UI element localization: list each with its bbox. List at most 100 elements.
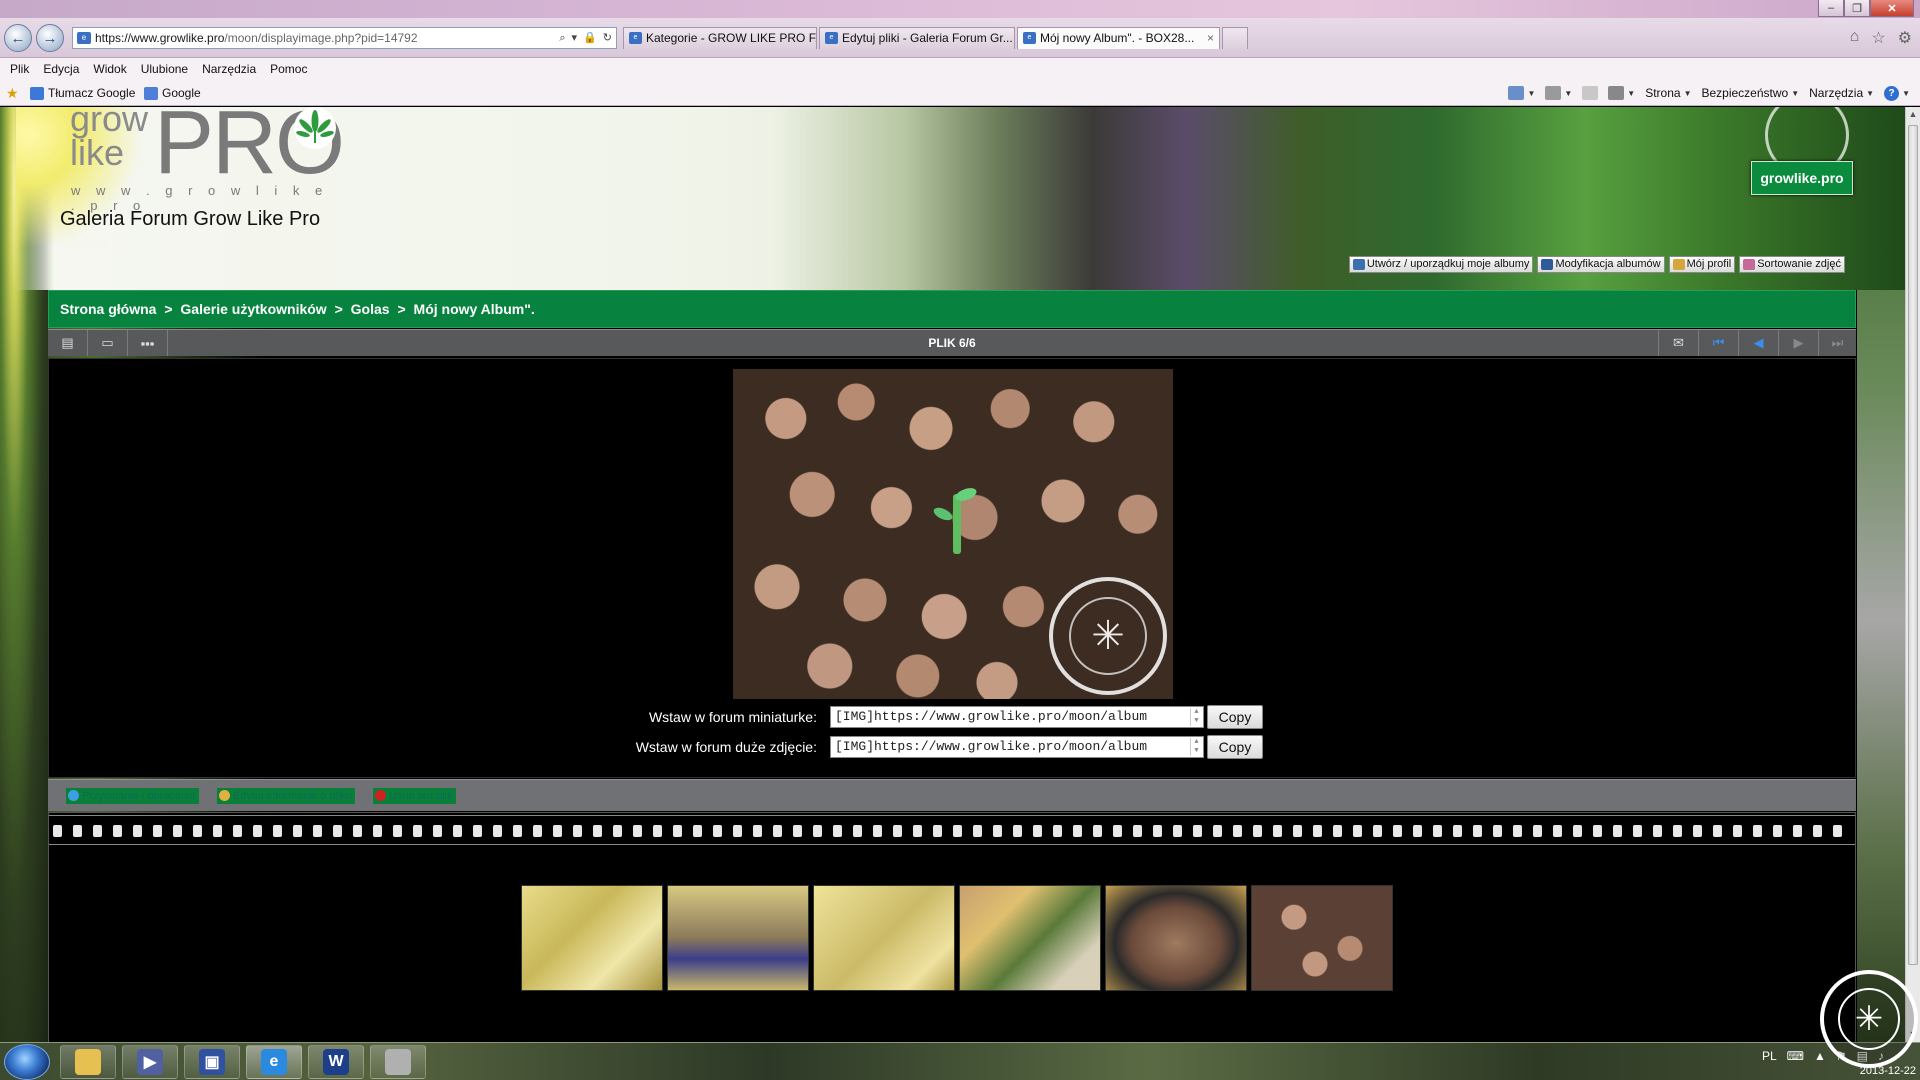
tab-kategorie[interactable]: e Kategorie - GROW LIKE PRO F... xyxy=(623,27,817,49)
page-scrollbar[interactable]: ▲ ▼ xyxy=(1905,107,1920,1042)
ecard-button[interactable]: ✉ xyxy=(1658,330,1698,356)
menu-edycja[interactable]: Edycja xyxy=(43,58,87,80)
close-window-button[interactable]: ✕ xyxy=(1870,0,1914,17)
maximize-button[interactable]: ❐ xyxy=(1844,0,1870,17)
scroll-up-icon[interactable]: ▲ xyxy=(1906,107,1920,122)
grow-tent-light-thumbnail[interactable] xyxy=(667,885,809,991)
refresh-icon[interactable]: ↻ xyxy=(603,28,612,48)
taskbar-save[interactable]: ▣ xyxy=(184,1045,240,1079)
print-command[interactable]: ▼ xyxy=(1608,86,1635,100)
language-indicator[interactable]: PL xyxy=(1762,1049,1777,1063)
menu-widok[interactable]: Widok xyxy=(93,58,134,80)
taskbar-paint[interactable] xyxy=(370,1045,426,1079)
film-perforation xyxy=(553,825,562,837)
thumbnail-row xyxy=(521,885,1393,991)
sprout-stem xyxy=(953,494,961,554)
edit-file-info-link[interactable]: Edytuj informacje o pliku xyxy=(217,788,356,804)
copy-thumbnail-button[interactable]: Copy xyxy=(1207,705,1263,729)
film-perforation xyxy=(1433,825,1442,837)
file-info-button[interactable]: ▭ xyxy=(88,330,128,356)
seedling-boxes-thumbnail[interactable] xyxy=(959,885,1101,991)
grow-tent-empty-thumbnail[interactable] xyxy=(813,885,955,991)
image-nav-toolbar: PLIK 6/6 ▤ ▭ ▪▪▪ ✉ ⏮ ◀ ▶ ⏭ xyxy=(48,329,1856,356)
slideshow-button[interactable]: ▪▪▪ xyxy=(128,330,168,356)
gallery-title[interactable]: Galeria Forum Grow Like Pro xyxy=(60,208,320,231)
breadcrumb-home[interactable]: Strona główna xyxy=(60,301,156,317)
favorite-google[interactable]: Google xyxy=(144,80,201,106)
dropdown-icon[interactable]: ▾ xyxy=(572,28,578,48)
page-menu[interactable]: Strona ▼ xyxy=(1645,86,1691,100)
modify-albums-link[interactable]: Modyfikacja albumów xyxy=(1537,256,1665,273)
help-menu[interactable]: ? ▼ xyxy=(1884,85,1910,101)
address-bar[interactable]: e https://www.growlike.pro/moon/displayi… xyxy=(72,27,617,49)
taskbar-explorer[interactable] xyxy=(60,1045,116,1079)
site-logo[interactable]: grow like PRO w w w . g r o w l i k e . … xyxy=(54,107,345,213)
tab-edytuj-pliki[interactable]: e Edytuj pliki - Galeria Forum Gr... xyxy=(819,27,1015,49)
window-title-bar: – ❐ ✕ xyxy=(0,0,1920,18)
feeds-command[interactable]: ▼ xyxy=(1545,86,1572,100)
forward-button[interactable]: → xyxy=(36,24,64,52)
add-favorite-star-icon[interactable]: ★ xyxy=(6,80,19,107)
embed-thumbnail-field[interactable]: [IMG]https://www.growlike.pro/moon/album… xyxy=(830,706,1204,728)
breadcrumb-user-galleries[interactable]: Galerie użytkowników xyxy=(180,301,326,317)
previous-file-button[interactable]: ◀ xyxy=(1738,330,1778,356)
main-photo[interactable]: ✳ xyxy=(733,369,1173,699)
grow-tent-thumbnail[interactable] xyxy=(521,885,663,991)
next-file-button[interactable]: ▶ xyxy=(1778,330,1818,356)
home-command[interactable]: ▼ xyxy=(1508,86,1535,100)
film-perforation xyxy=(1593,825,1602,837)
film-perforation xyxy=(913,825,922,837)
back-button[interactable]: ← xyxy=(4,24,32,52)
menu-bar: Plik Edycja Widok Ulubione Narzędzia Pom… xyxy=(0,58,1920,80)
breadcrumb-album[interactable]: Mój nowy Album". xyxy=(414,301,535,317)
tab-label: Edytuj pliki - Galeria Forum Gr... xyxy=(842,31,1013,45)
settings-gear-icon[interactable]: ⚙ xyxy=(1898,28,1912,48)
menu-narzedzia[interactable]: Narzędzia xyxy=(202,58,264,80)
new-tab-button[interactable] xyxy=(1222,27,1248,49)
scroll-arrows-icon[interactable]: ▲ ▼ xyxy=(1190,708,1202,726)
favorite-google-translate[interactable]: Tłumacz Google xyxy=(30,80,135,106)
keyboard-icon[interactable]: ⌨ xyxy=(1787,1049,1804,1063)
sort-pictures-link[interactable]: Sortowanie zdjęć xyxy=(1739,256,1845,273)
menu-plik[interactable]: Plik xyxy=(10,58,37,80)
taskbar-internet-explorer[interactable]: e xyxy=(246,1045,302,1079)
copy-fullsize-button[interactable]: Copy xyxy=(1207,735,1263,759)
minimize-button[interactable]: – xyxy=(1818,0,1844,17)
scrollbar-thumb[interactable] xyxy=(1908,125,1918,965)
growlike-badge[interactable]: growlike.pro xyxy=(1751,161,1853,195)
tray-arrow-icon[interactable]: ▲ xyxy=(1814,1049,1826,1063)
film-perforation xyxy=(53,825,62,837)
mail-command[interactable] xyxy=(1582,86,1599,100)
delete-file-link[interactable]: Usuń ten plik xyxy=(373,788,456,804)
link-label: Utwórz / uporządkuj moje albumy xyxy=(1366,258,1530,270)
last-file-button[interactable]: ⏭ xyxy=(1818,330,1856,356)
lock-icon[interactable]: 🔒 xyxy=(583,28,597,48)
crop-rotate-link[interactable]: Przycinanie i obracanie xyxy=(66,788,199,804)
search-icon[interactable]: ⌕ xyxy=(559,28,565,48)
menu-ulubione[interactable]: Ulubione xyxy=(141,58,196,80)
clay-pebbles-sprout-thumbnail[interactable] xyxy=(1251,885,1393,991)
my-profile-link[interactable]: Mój profil xyxy=(1668,256,1736,273)
film-perforation xyxy=(1413,825,1422,837)
taskbar-media-player[interactable]: ▶ xyxy=(122,1045,178,1079)
embed-fullsize-field[interactable]: [IMG]https://www.growlike.pro/moon/album… xyxy=(830,736,1204,758)
film-perforation xyxy=(133,825,142,837)
tools-menu[interactable]: Narzędzia ▼ xyxy=(1809,86,1874,100)
favorites-star-icon[interactable]: ☆ xyxy=(1871,28,1885,48)
film-perforation xyxy=(73,825,82,837)
breadcrumb-user[interactable]: Golas xyxy=(351,301,390,317)
first-file-button[interactable]: ⏮ xyxy=(1698,330,1738,356)
taskbar-word[interactable]: W xyxy=(308,1045,364,1079)
thumbnails-button[interactable]: ▤ xyxy=(48,330,88,356)
tab-close-icon[interactable]: × xyxy=(1207,28,1214,48)
clay-pot-thumbnail[interactable] xyxy=(1105,885,1247,991)
tab-label: Mój nowy Album". - BOX28... xyxy=(1040,31,1195,45)
security-menu[interactable]: Bezpieczeństwo ▼ xyxy=(1701,86,1799,100)
scroll-arrows-icon[interactable]: ▲ ▼ xyxy=(1190,738,1202,756)
menu-pomoc[interactable]: Pomoc xyxy=(270,58,315,80)
create-albums-link[interactable]: Utwórz / uporządkuj moje albumy xyxy=(1348,256,1534,273)
home-icon[interactable]: ⌂ xyxy=(1850,28,1860,48)
start-button[interactable] xyxy=(4,1044,50,1080)
tab-moj-nowy-album[interactable]: e Mój nowy Album". - BOX28... × xyxy=(1017,27,1220,49)
sprout-leaf xyxy=(953,485,979,504)
